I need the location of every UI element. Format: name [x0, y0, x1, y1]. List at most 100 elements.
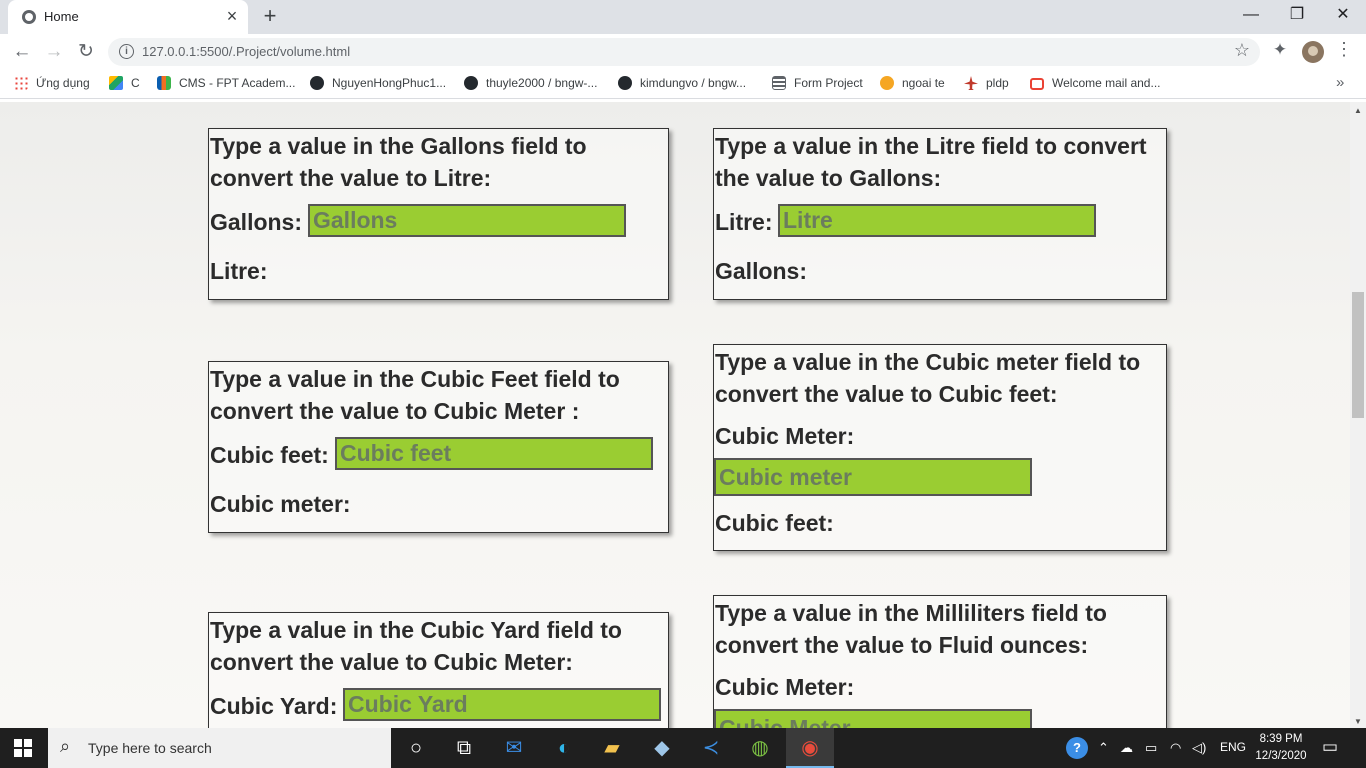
bookmark-gmail[interactable]: Welcome mail and... [1030, 76, 1161, 90]
extensions-puzzle-icon[interactable]: ✦ [1270, 40, 1290, 64]
back-button[interactable]: ← [10, 40, 34, 64]
bookmarks-bar: Ứng dụng C CMS - FPT Academ... NguyenHon… [0, 70, 1366, 99]
new-tab-button[interactable]: + [258, 4, 282, 28]
litre-instruction: Type a value in the Litre field to conve… [715, 133, 1147, 191]
url-text[interactable]: 127.0.0.1:5500/.Project/volume.html [142, 44, 350, 59]
gallons-input-label: Gallons: [210, 209, 303, 235]
cubic-feet-converter-card: Type a value in the Cubic Feet field to … [208, 361, 669, 533]
cubic-feet-output-label: Cubic feet: [715, 510, 834, 536]
vscode-icon[interactable]: ≺ [697, 734, 725, 762]
scroll-down-arrow-icon[interactable]: ▼ [1354, 717, 1362, 726]
reload-button[interactable]: ↻ [74, 40, 98, 64]
milliliters-instruction: Type a value in the Milliliters field to… [715, 600, 1107, 658]
litre-input-label: Litre: [715, 209, 773, 235]
search-placeholder: Type here to search [88, 740, 212, 756]
bookmark-pldp[interactable]: pldp [964, 76, 1009, 90]
scrollbar-thumb[interactable] [1352, 292, 1364, 418]
chevron-up-icon[interactable]: ⌃ [1098, 740, 1109, 756]
battery-icon[interactable]: ▭ [1145, 740, 1157, 756]
address-bar[interactable]: i 127.0.0.1:5500/.Project/volume.html ☆ [108, 38, 1260, 66]
cubic-meter-input[interactable] [714, 458, 1032, 496]
milliliters-converter-card: Type a value in the Milliliters field to… [713, 595, 1167, 728]
cubic-feet-input-label: Cubic feet: [210, 442, 329, 468]
search-icon: ⌕ [60, 736, 71, 756]
cubic-meter-input-label: Cubic Meter: [715, 423, 855, 449]
cubic-yard-input[interactable] [343, 688, 661, 721]
cubic-meter-output-label: Cubic meter: [210, 491, 351, 517]
cubic-meter-instruction: Type a value in the Cubic meter field to… [715, 349, 1141, 407]
language-indicator[interactable]: ENG [1220, 740, 1246, 754]
gallons-input[interactable] [308, 204, 626, 237]
bookmark-github-3[interactable]: kimdungvo / bngw... [618, 76, 746, 90]
clock-time: 8:39 PM [1259, 733, 1303, 745]
mail-icon[interactable]: ✉ [500, 734, 528, 762]
bookmark-form-project[interactable]: Form Project [772, 76, 863, 90]
bookmark-github-1[interactable]: NguyenHongPhuc1... [310, 76, 446, 90]
bookmark-drive[interactable]: C [109, 76, 140, 90]
info-icon[interactable]: i [119, 44, 134, 59]
close-tab-icon[interactable]: × [222, 6, 242, 26]
volume-icon[interactable]: ◁) [1192, 740, 1206, 756]
notification-center-icon[interactable]: ▭ [1322, 737, 1342, 757]
cubic-yard-instruction: Type a value in the Cubic Yard field to … [210, 617, 622, 675]
help-icon[interactable]: ? [1066, 737, 1088, 759]
milliliters-input[interactable] [714, 709, 1032, 728]
windows-start-icon[interactable] [14, 739, 32, 757]
page-viewport: Type a value in the Gallons field to con… [0, 102, 1350, 728]
tab-title: Home [44, 9, 79, 24]
tab-strip: Home × + — ❐ ✕ [0, 0, 1366, 34]
bookmark-github-2[interactable]: thuyle2000 / bngw-... [464, 76, 597, 90]
bookmark-apps[interactable]: Ứng dụng [14, 76, 90, 90]
close-window-button[interactable]: ✕ [1320, 0, 1366, 30]
scroll-up-arrow-icon[interactable]: ▲ [1354, 106, 1362, 115]
chrome-icon: ◉ [801, 737, 819, 759]
google-drive-icon [109, 76, 123, 90]
wifi-icon[interactable]: ◠ [1170, 740, 1181, 756]
chrome-taskbar-item[interactable]: ◉ [786, 728, 834, 768]
system-clock[interactable]: 8:39 PM 12/3/2020 [1252, 731, 1310, 765]
bookmark-ngoai-te[interactable]: ngoai te [880, 76, 945, 90]
restore-button[interactable]: ❐ [1274, 0, 1320, 30]
litre-input[interactable] [778, 204, 1096, 237]
currency-icon [880, 76, 894, 90]
onedrive-cloud-icon[interactable]: ☁ [1120, 740, 1133, 756]
browser-toolbar: ← → ↻ i 127.0.0.1:5500/.Project/volume.h… [0, 34, 1366, 70]
kebab-menu-icon[interactable]: ⋮ [1334, 39, 1354, 60]
clock-date: 12/3/2020 [1255, 750, 1307, 762]
airplane-icon [964, 76, 978, 90]
gallons-output-label: Gallons: [715, 258, 808, 284]
chevron-right-double-icon[interactable]: » [1336, 74, 1344, 91]
taskbar-search-box[interactable]: ⌕ Type here to search [48, 728, 391, 768]
windows-taskbar: ⌕ Type here to search ○ ⧉ ✉ ◐ ▰ ◆ ≺ ◍ ◉ … [0, 728, 1366, 768]
cubic-meter-converter-card: Type a value in the Cubic meter field to… [713, 344, 1167, 551]
gallons-instruction: Type a value in the Gallons field to con… [210, 133, 587, 191]
cubic-feet-instruction: Type a value in the Cubic Feet field to … [210, 366, 620, 424]
github-icon [310, 76, 324, 90]
bookmark-star-icon[interactable]: ☆ [1234, 40, 1250, 61]
litre-converter-card: Type a value in the Litre field to conve… [713, 128, 1167, 300]
github-icon [464, 76, 478, 90]
github-icon [618, 76, 632, 90]
form-icon [772, 76, 786, 90]
globe-icon [22, 10, 36, 24]
cubic-yard-converter-card: Type a value in the Cubic Yard field to … [208, 612, 669, 728]
vertical-scrollbar[interactable]: ▲ ▼ [1350, 102, 1366, 728]
green-app-icon[interactable]: ◍ [746, 734, 774, 762]
cubic-yard-input-label: Cubic Yard: [210, 693, 338, 719]
fpt-icon [157, 76, 171, 90]
bookmark-cms-fpt[interactable]: CMS - FPT Academ... [157, 76, 295, 90]
gallons-converter-card: Type a value in the Gallons field to con… [208, 128, 669, 300]
browser-tab[interactable]: Home × [8, 0, 248, 34]
notes-app-icon[interactable]: ◆ [648, 734, 676, 762]
edge-icon[interactable]: ◐ [550, 734, 578, 762]
profile-avatar[interactable] [1302, 41, 1324, 63]
task-view-icon[interactable]: ⧉ [450, 734, 478, 762]
forward-button[interactable]: → [42, 40, 66, 64]
litre-output-label: Litre: [210, 258, 268, 284]
file-explorer-icon[interactable]: ▰ [598, 734, 626, 762]
cortana-icon[interactable]: ○ [402, 734, 430, 762]
cubic-feet-input[interactable] [335, 437, 653, 470]
apps-grid-icon [14, 76, 28, 90]
minimize-button[interactable]: — [1228, 0, 1274, 30]
gmail-icon [1030, 78, 1044, 90]
